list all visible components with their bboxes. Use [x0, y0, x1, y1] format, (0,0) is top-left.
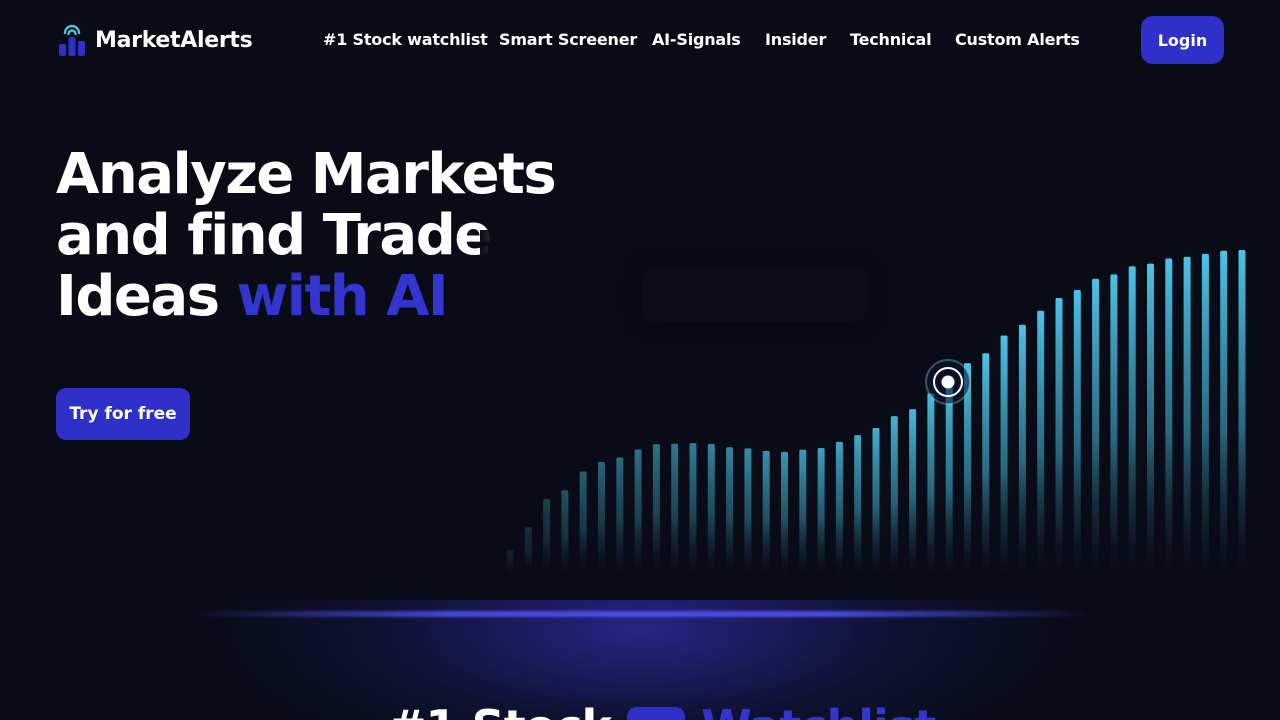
nav-item-custom-alerts[interactable]: Custom Alerts — [955, 30, 1080, 50]
page: MarketAlerts #1 Stock watchlist Smart Sc… — [0, 0, 1280, 720]
glow-divider — [190, 611, 1090, 617]
main-nav: #1 Stock watchlist Smart Screener AI-Sig… — [0, 0, 1280, 80]
nav-item-technical[interactable]: Technical — [850, 30, 932, 50]
section-title-accent: Watchlist — [701, 700, 936, 720]
chart-marker-icon — [925, 359, 971, 405]
nav-item-smart-screener[interactable]: Smart Screener — [499, 30, 637, 50]
login-button[interactable]: Login — [1141, 16, 1224, 64]
watchlist-section-title: #1 Stock Watchlist — [388, 700, 936, 720]
nav-item-insider[interactable]: Insider — [765, 30, 826, 50]
section-title-pill — [627, 707, 686, 720]
header: MarketAlerts #1 Stock watchlist Smart Sc… — [0, 0, 1280, 80]
hero-title-line-1: Analyze Markets — [56, 142, 557, 207]
hero-title-line-3: Ideas — [56, 264, 220, 329]
section-title-prefix: #1 Stock — [388, 700, 612, 720]
hero-title-line-2: and find Trade — [56, 203, 492, 268]
nav-item-stock-watchlist[interactable]: #1 Stock watchlist — [323, 30, 488, 50]
hero-title-accent: with AI — [236, 264, 449, 329]
try-for-free-button[interactable]: Try for free — [56, 388, 190, 440]
nav-item-ai-signals[interactable]: AI-Signals — [652, 30, 741, 50]
hero-bar-chart-graphic — [480, 230, 1260, 590]
